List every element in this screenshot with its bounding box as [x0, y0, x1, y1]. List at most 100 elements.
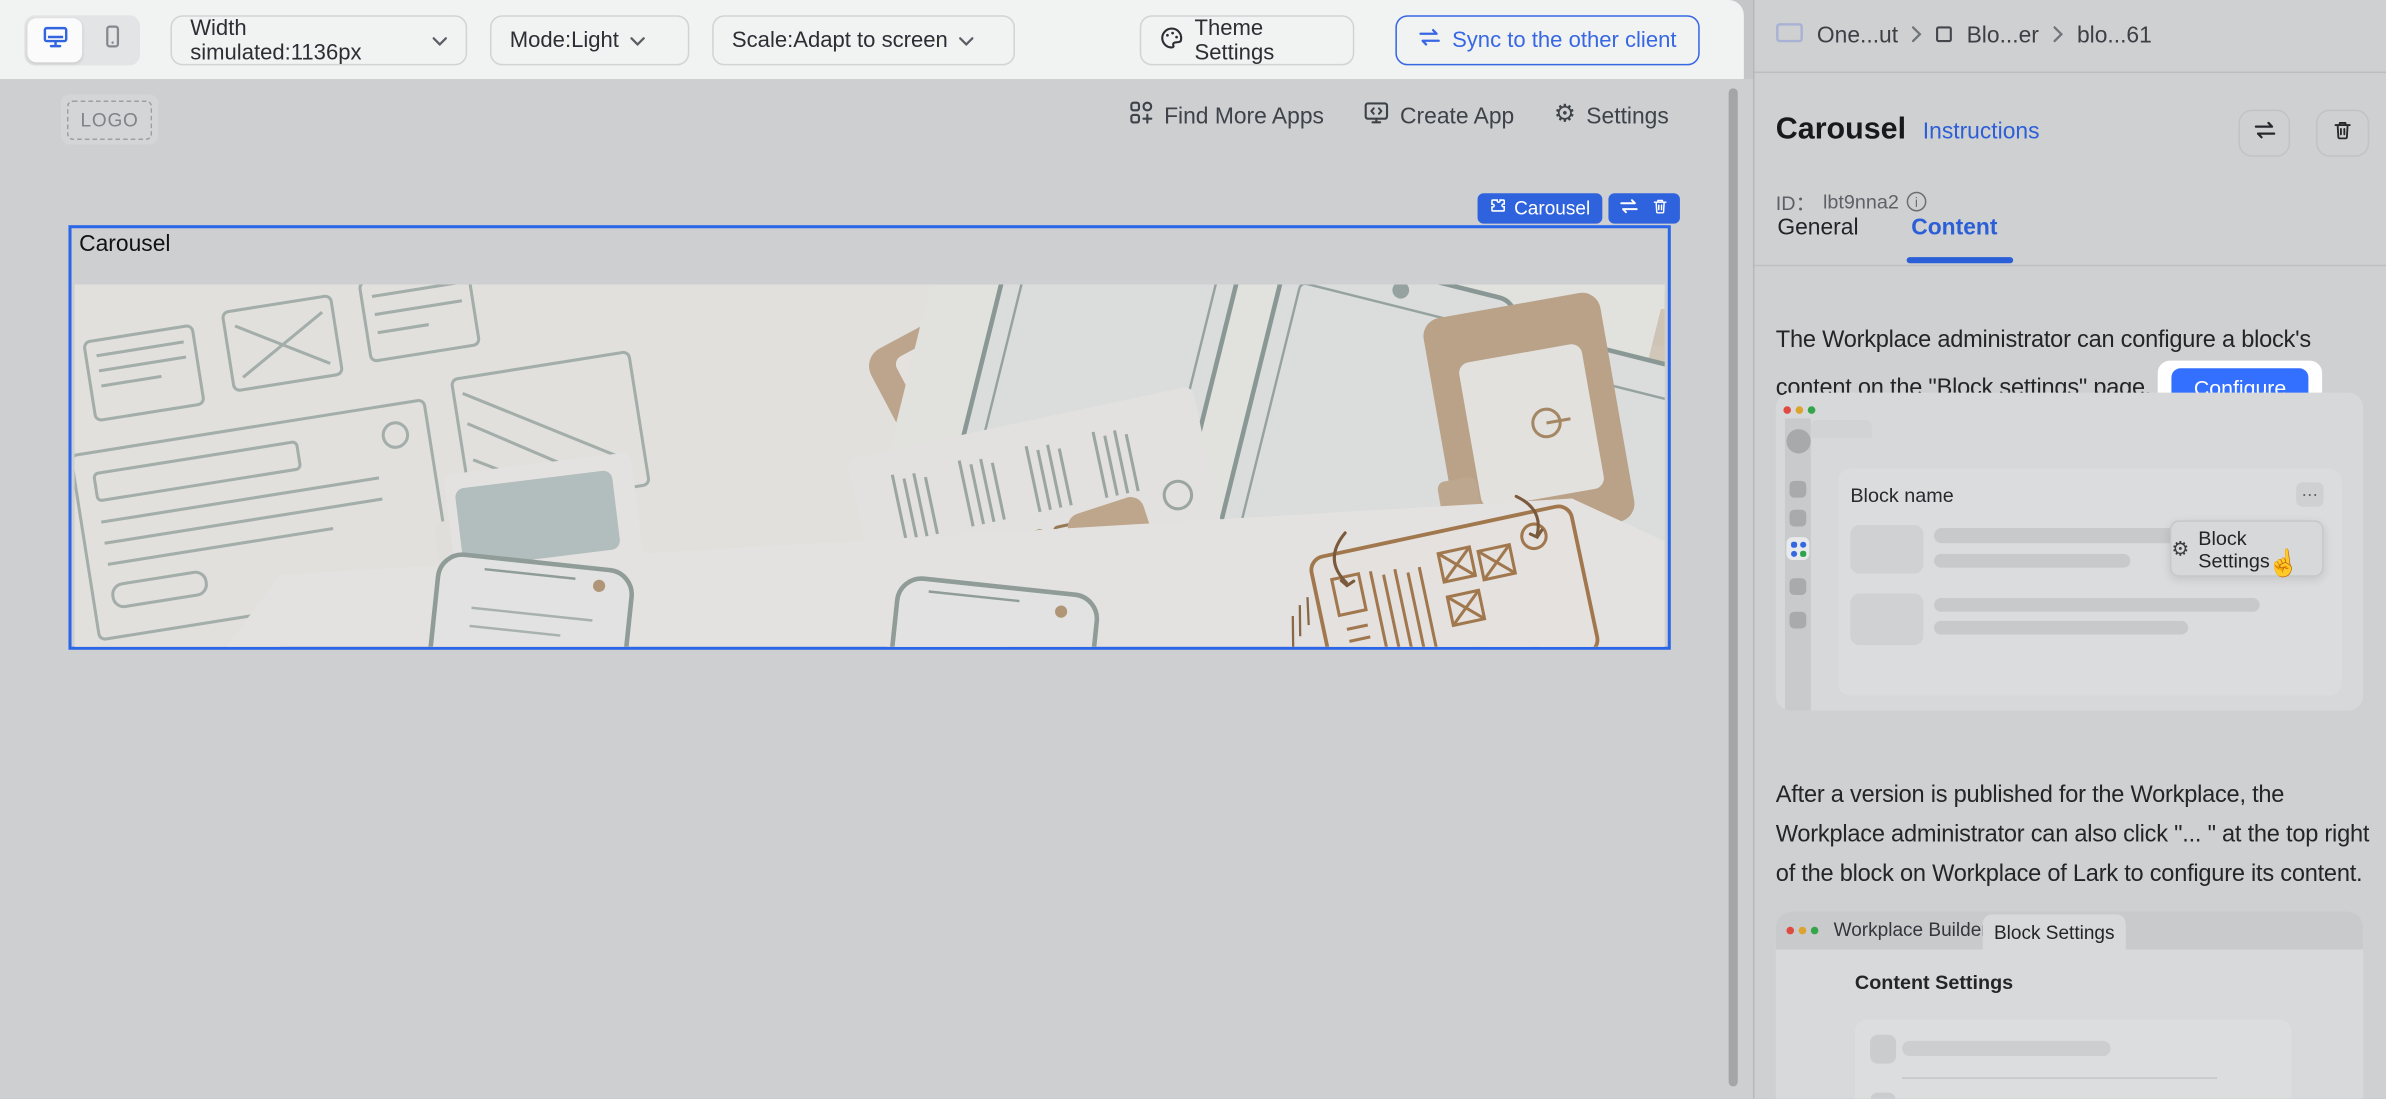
width-simulated-label: Width simulated:1136px: [190, 16, 421, 65]
swap-block-button[interactable]: [2238, 110, 2290, 157]
block-actions-badge: [1608, 193, 1680, 223]
placeholder-bar: [1934, 598, 2260, 612]
block-badge-row: Carousel: [1478, 193, 1680, 223]
instructions-link[interactable]: Instructions: [1923, 119, 2040, 145]
block-name-label: Block name: [1850, 484, 1953, 507]
sidebar-item: [1789, 578, 1806, 595]
divider: [1902, 1077, 2217, 1079]
block-settings-tab-label: Block Settings: [1994, 921, 2115, 942]
placeholder-bar: [1934, 621, 2188, 635]
block-id-row: ID： lbt9nna2 i: [1776, 187, 1927, 216]
desktop-icon: [42, 25, 68, 55]
sync-to-other-client-button[interactable]: Sync to the other client: [1395, 15, 1699, 65]
illustration-tab: [1811, 420, 1872, 438]
panel-title: Carousel: [1776, 113, 1906, 148]
ellipsis-icon: ⋯: [2302, 485, 2319, 505]
create-app-item[interactable]: Create App: [1364, 100, 1515, 130]
carousel-photo: [75, 285, 1665, 647]
settings-label: Settings: [1586, 103, 1668, 129]
sidebar-item: [1789, 510, 1806, 527]
sync-label: Sync to the other client: [1452, 28, 1676, 52]
placeholder-bar: [1934, 554, 2130, 568]
content-settings-heading: Content Settings: [1855, 971, 2013, 994]
create-app-icon: [1364, 100, 1390, 130]
logo-dashed-box: LOGO: [67, 100, 152, 140]
placeholder-thumb: [1850, 525, 1923, 574]
find-more-apps-label: Find More Apps: [1164, 103, 1324, 129]
sync-icon: [1419, 27, 1442, 53]
scale-dropdown[interactable]: Scale:Adapt to screen: [712, 15, 1015, 65]
logo-label: LOGO: [81, 109, 139, 130]
placeholder-thumb: [1870, 1035, 1896, 1064]
id-value: lbt9nna2: [1823, 190, 1899, 213]
trash-icon: [2331, 118, 2354, 148]
block-badge-label: Carousel: [1514, 198, 1590, 219]
delete-block-button[interactable]: [2316, 110, 2369, 157]
avatar: [1786, 429, 1810, 453]
carousel-block[interactable]: Carousel: [68, 225, 1670, 650]
traffic-yellow-icon: [1796, 406, 1804, 414]
panel-title-row: Carousel Instructions: [1776, 113, 2040, 148]
block-type-badge[interactable]: Carousel: [1478, 193, 1603, 223]
sidebar-item-active: [1786, 537, 1809, 560]
placeholder-thumb: [1850, 593, 1923, 645]
content-settings-illustration: Workplace Builder Block Settings Content…: [1776, 911, 2363, 1098]
theme-settings-button[interactable]: Theme Settings: [1140, 15, 1355, 65]
logo-placeholder[interactable]: LOGO: [61, 94, 158, 144]
breadcrumb-block: blo...61: [2077, 23, 2152, 49]
chevron-down-icon: [958, 36, 973, 47]
chevron-down-icon: [630, 36, 645, 47]
scale-label: Scale:Adapt to screen: [732, 28, 948, 52]
block-settings-menu: ⚙ Block Settings: [2170, 520, 2324, 576]
desktop-toggle-button[interactable]: [27, 18, 82, 62]
info-icon[interactable]: i: [1907, 192, 1927, 212]
workplace-builder-tab: Workplace Builder: [1834, 919, 1988, 940]
sidebar-item: [1789, 481, 1806, 498]
block-settings-illustration: Block name ⋯ ⚙ Block Settings ☝: [1776, 393, 2363, 711]
swap-icon[interactable]: [1619, 198, 1639, 219]
tab-content[interactable]: Content: [1911, 215, 1997, 241]
workplace-nav: Find More Apps Create App ⚙ Settings: [1129, 100, 1669, 130]
width-simulated-dropdown[interactable]: Width simulated:1136px: [170, 15, 467, 65]
tab-general[interactable]: General: [1777, 215, 1858, 241]
illustration-sidebar: [1785, 418, 1811, 710]
traffic-yellow-icon: [1799, 927, 1807, 935]
component-icon: [1490, 198, 1507, 219]
sidebar-item: [1789, 612, 1806, 629]
breadcrumb-builder[interactable]: Blo...er: [1967, 23, 2039, 49]
find-more-apps-item[interactable]: Find More Apps: [1129, 100, 1324, 130]
settings-item[interactable]: ⚙ Settings: [1554, 103, 1669, 129]
config-panel: One...ut Blo...er blo...61 Carousel Inst…: [1753, 0, 2386, 1099]
mobile-toggle-button[interactable]: [85, 18, 140, 62]
canvas-scrollbar[interactable]: [1729, 88, 1738, 1086]
builder-toolbar: Width simulated:1136px Mode:Light Scale:…: [0, 0, 1744, 79]
traffic-green-icon: [1811, 927, 1819, 935]
traffic-green-icon: [1808, 406, 1816, 414]
breadcrumb: One...ut Blo...er blo...61: [1754, 0, 2386, 73]
traffic-red-icon: [1786, 927, 1794, 935]
block-settings-tab: Block Settings: [1983, 915, 2126, 950]
hand-cursor-icon: ☝: [2266, 548, 2301, 582]
content-settings-card: [1855, 1020, 2292, 1099]
breadcrumb-app[interactable]: One...ut: [1817, 23, 1898, 49]
mode-dropdown[interactable]: Mode:Light: [490, 15, 689, 65]
chevron-right-icon: [2053, 23, 2064, 49]
gear-icon: ⚙: [2171, 539, 2189, 559]
mobile-icon: [102, 24, 123, 56]
app-outline-icon: [1776, 23, 1803, 49]
chevron-right-icon: [1912, 23, 1923, 49]
carousel-block-title: Carousel: [79, 231, 170, 257]
app-root: Width simulated:1136px Mode:Light Scale:…: [0, 0, 2386, 1099]
mode-label: Mode:Light: [510, 28, 619, 52]
palette-icon: [1160, 25, 1184, 55]
create-app-label: Create App: [1400, 103, 1514, 129]
trash-icon[interactable]: [1651, 196, 1669, 220]
preview-canvas: LOGO Find More Apps Create App ⚙ Setting…: [0, 79, 1753, 1099]
chevron-down-icon: [432, 36, 447, 47]
device-toggle: [24, 15, 140, 65]
active-tab-indicator: [1907, 257, 2014, 263]
gear-icon: ⚙: [1554, 103, 1576, 127]
id-label: ID：: [1776, 187, 1816, 216]
placeholder-bar: [1902, 1041, 2110, 1056]
more-options-button: ⋯: [2296, 482, 2323, 506]
